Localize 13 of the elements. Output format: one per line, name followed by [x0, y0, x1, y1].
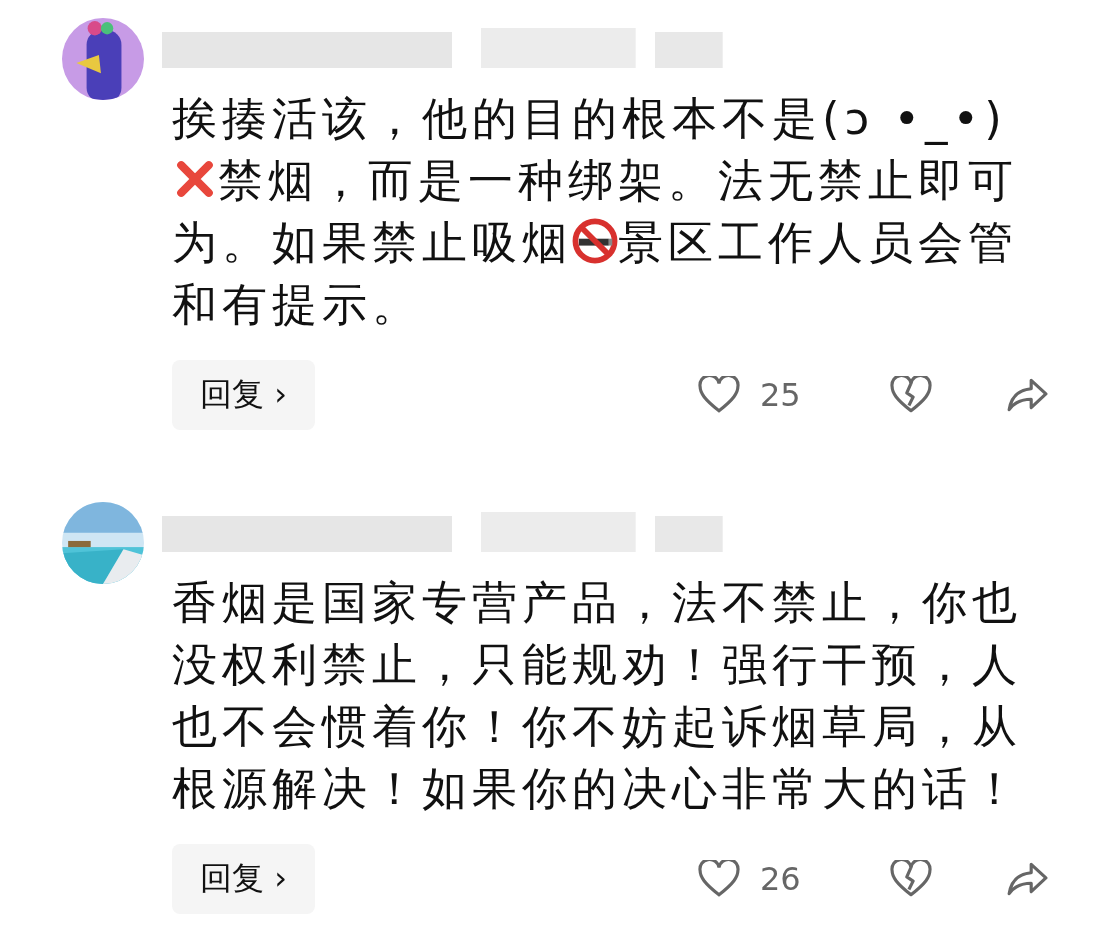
reply-button[interactable]: 回复 ›: [172, 360, 315, 430]
reply-button[interactable]: 回复 ›: [172, 844, 315, 914]
share-icon[interactable]: [1006, 860, 1048, 898]
like-count: 25: [760, 376, 802, 414]
heart-icon[interactable]: [698, 860, 740, 898]
broken-heart-icon[interactable]: [890, 376, 932, 414]
comment-text: 挨揍活该，他的目的根本不是(ɔ •_•) 禁烟，而是一种绑架。法无禁止即可为。如果禁止吸烟 景区工作人员会管和有提示。: [172, 91, 1019, 333]
comment-text: 香烟是国家专营产品，法不禁止，你也没权利禁止，只能规劝！强行干预，人也不会惯着你！你不妨起诉烟草局，从根源解决！如果你的决心非常大的话！: [172, 575, 1023, 817]
broken-heart-icon[interactable]: [890, 860, 932, 898]
share-icon[interactable]: [1006, 376, 1048, 414]
heart-icon[interactable]: [698, 376, 740, 414]
like-count: 26: [760, 860, 802, 898]
no-smoking-icon: [572, 218, 618, 264]
